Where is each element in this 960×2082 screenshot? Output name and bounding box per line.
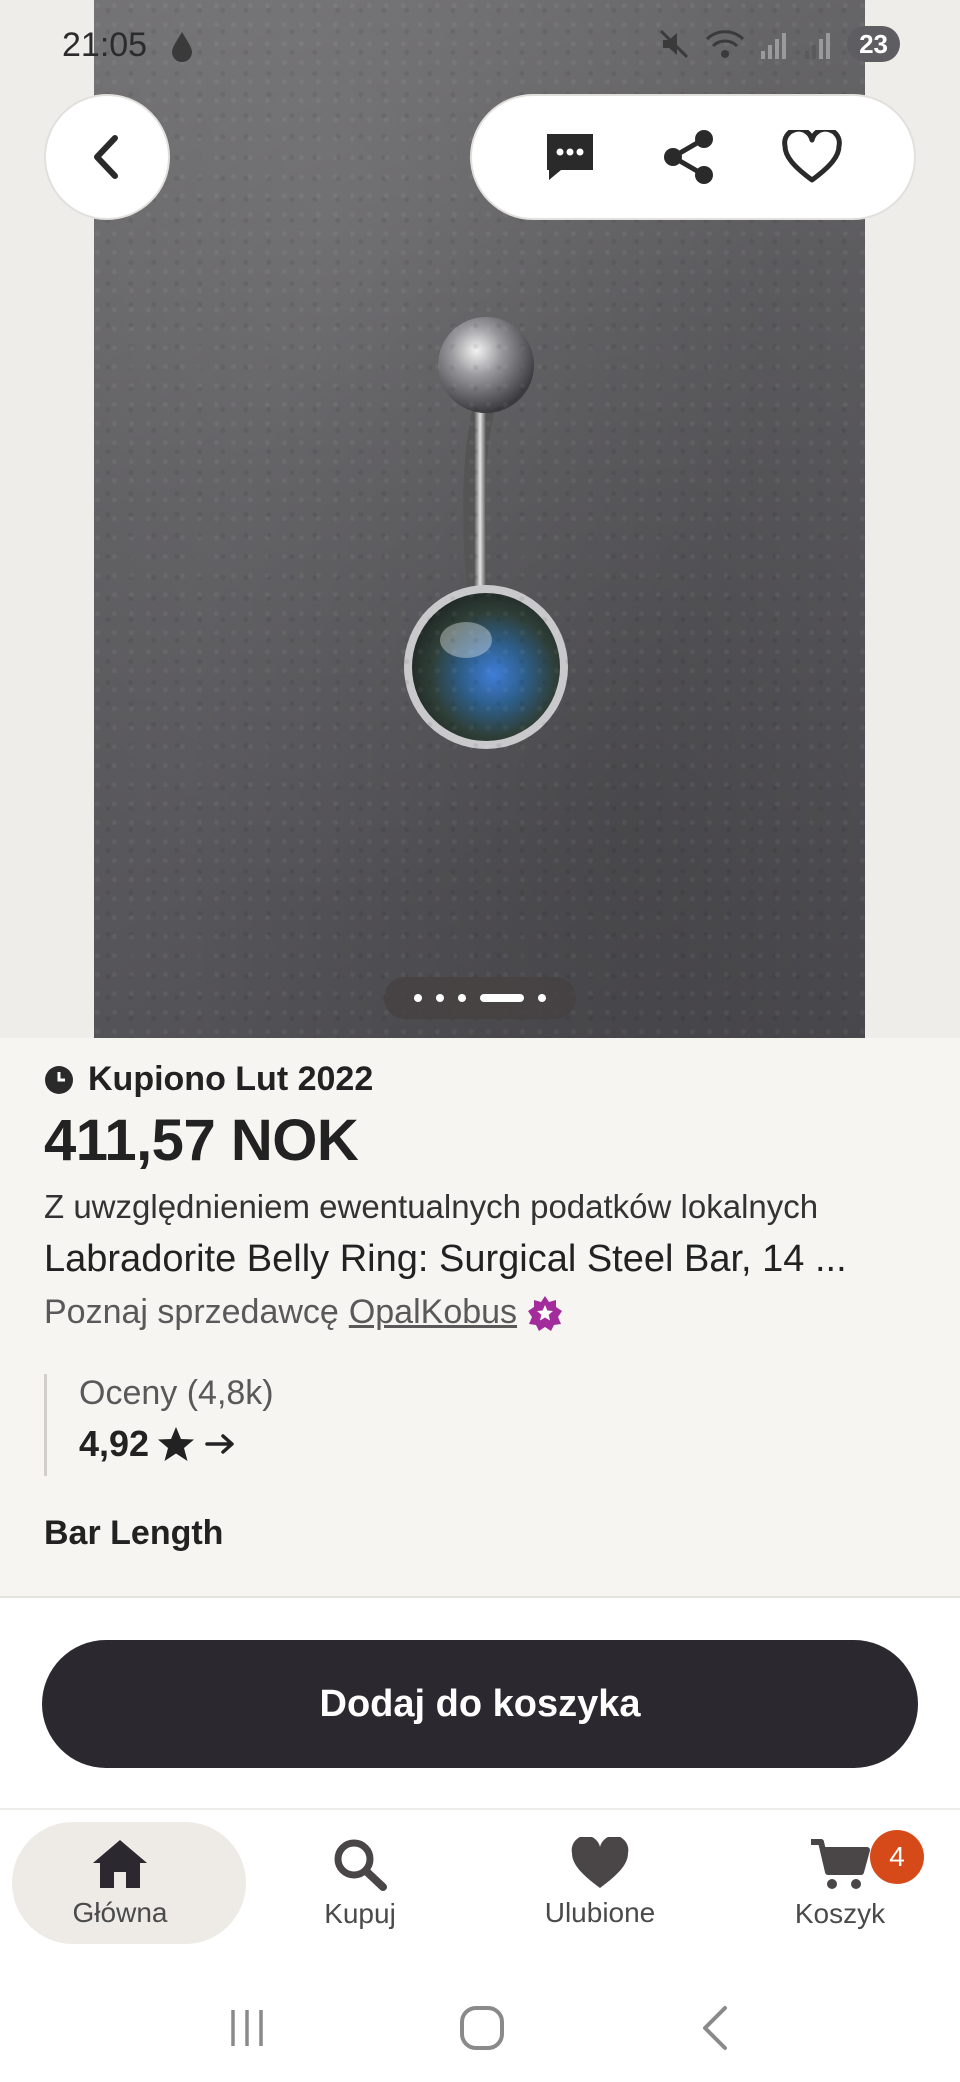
bought-label: Kupiono Lut 2022 — [88, 1060, 374, 1098]
chat-icon — [547, 134, 594, 180]
nav-item-cart[interactable]: Koszyk 4 — [720, 1818, 960, 1948]
home-icon — [93, 1840, 147, 1888]
nav-item-favorites[interactable]: Ulubione — [480, 1818, 720, 1948]
recent-apps-icon[interactable] — [225, 2006, 269, 2050]
status-icons: 23 — [657, 26, 900, 62]
signal-icon — [761, 33, 787, 59]
carousel-indicator — [384, 977, 576, 1019]
bar-length-title: Bar Length — [44, 1514, 224, 1552]
search-icon — [334, 1839, 387, 1891]
home-system-icon[interactable] — [458, 2004, 506, 2052]
signal-roaming-icon — [805, 33, 831, 59]
wifi-icon — [706, 30, 745, 58]
back-button[interactable] — [44, 94, 170, 220]
heart-icon — [571, 1837, 629, 1888]
seller-link[interactable]: OpalKobus — [349, 1293, 517, 1332]
nav-label-favorites: Ulubione — [544, 1897, 656, 1928]
star-icon — [158, 1427, 195, 1461]
add-to-cart-button[interactable]: Dodaj do koszyka — [42, 1640, 918, 1768]
product-details: Kupiono Lut 2022 411,57 NOK Z uwzględnie… — [44, 1060, 924, 1553]
notification-drop-icon — [172, 32, 192, 62]
nav-label-cart: Koszyk — [794, 1898, 886, 1929]
nav-label-home: Główna — [72, 1897, 168, 1928]
rating-value: 4,92 — [79, 1423, 150, 1464]
bought-info: Kupiono Lut 2022 — [44, 1060, 924, 1099]
seller-prefix: Poznaj sprzedawcę — [44, 1293, 339, 1331]
chevron-left-icon — [94, 135, 118, 179]
product-title[interactable]: Labradorite Belly Ring: Surgical Steel B… — [44, 1238, 924, 1281]
share-button[interactable] — [660, 128, 718, 186]
cart-count-badge: 4 — [870, 1830, 924, 1884]
mute-icon — [660, 29, 689, 59]
seller-line: Poznaj sprzedawcę OpalKobus — [44, 1293, 924, 1332]
back-system-icon[interactable] — [695, 2004, 735, 2052]
message-seller-button[interactable] — [543, 130, 597, 184]
arrow-right-icon — [205, 1434, 234, 1454]
nav-item-home[interactable]: Główna — [0, 1818, 246, 1948]
bottom-panel: Dodaj do koszyka Główna Kupuj Ulubione K… — [0, 1596, 960, 2082]
nav-label-shop: Kupuj — [324, 1898, 396, 1929]
nav-item-shop[interactable]: Kupuj — [240, 1818, 480, 1948]
carousel-dot[interactable] — [538, 994, 546, 1002]
star-seller-badge-icon — [528, 1295, 563, 1331]
cart-icon — [811, 1839, 870, 1889]
product-actions — [470, 94, 916, 220]
status-bar: 21:05 23 — [0, 0, 960, 94]
bottom-nav: Główna Kupuj Ulubione Koszyk 4 — [0, 1818, 960, 1948]
tax-note: Z uwzględnieniem ewentualnych podatków l… — [44, 1188, 819, 1225]
carousel-dot[interactable] — [458, 994, 466, 1002]
reviews-label: Oceny (4,8k) — [79, 1374, 274, 1412]
reviews-block[interactable]: Oceny (4,8k) 4,92 — [44, 1374, 924, 1476]
system-nav-bar — [0, 1978, 960, 2078]
status-time: 21:05 — [62, 26, 148, 64]
clock-icon — [45, 1065, 73, 1094]
carousel-dot-active[interactable] — [480, 994, 524, 1002]
heart-outline-icon — [781, 130, 842, 183]
carousel-dot[interactable] — [436, 994, 444, 1002]
rating-row: 4,92 — [79, 1423, 924, 1465]
divider — [0, 1808, 960, 1810]
carousel-dot[interactable] — [414, 994, 422, 1002]
favorite-button[interactable] — [781, 130, 843, 184]
battery-indicator: 23 — [847, 26, 900, 62]
share-icon — [663, 130, 713, 184]
product-price: 411,57 NOK — [44, 1108, 359, 1173]
